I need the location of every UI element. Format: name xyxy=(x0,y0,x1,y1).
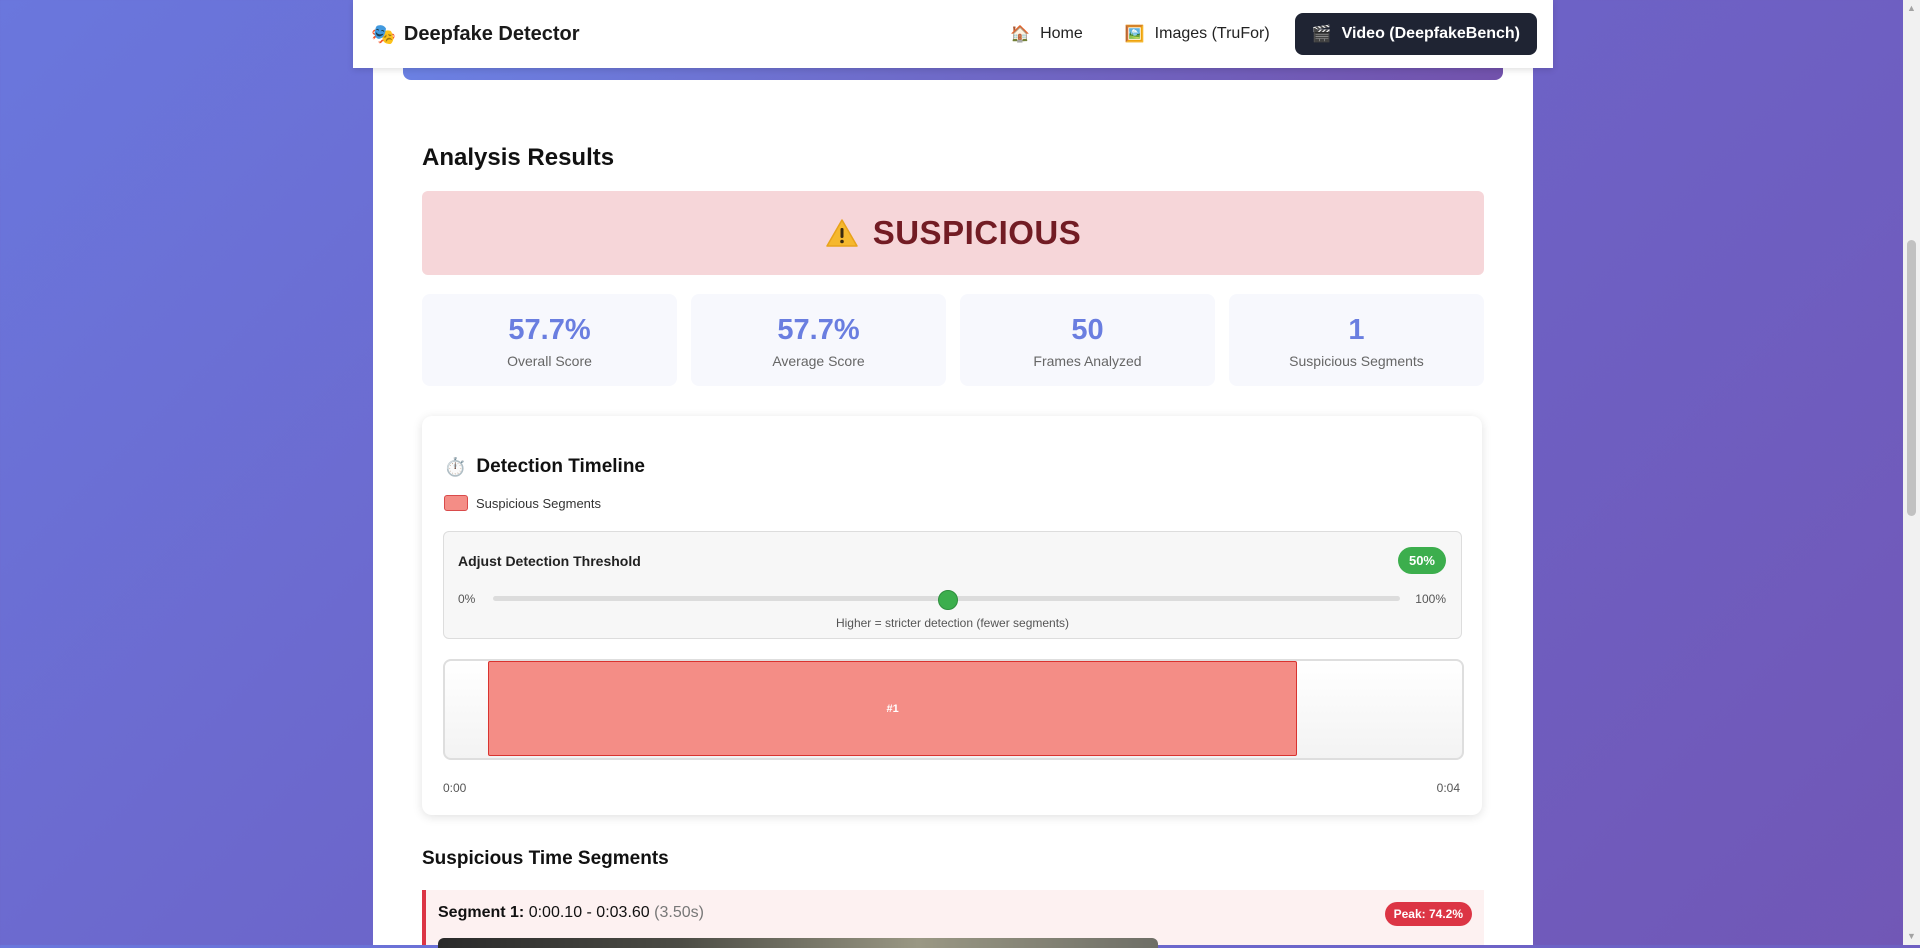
verdict-text: SUSPICIOUS xyxy=(872,214,1082,251)
timeline-title: Detection Timeline xyxy=(476,456,646,477)
stat-label: Suspicious Segments xyxy=(1289,353,1424,369)
timeline-track[interactable]: #1 xyxy=(443,659,1464,760)
stat-value: 57.7% xyxy=(777,314,860,346)
segment-range: 0:00.10 - 0:03.60 xyxy=(528,904,650,921)
segment-name: Segment 1: xyxy=(438,904,525,921)
segment-header: Segment 1: 0:00.10 - 0:03.60 (3.50s) xyxy=(438,904,704,922)
nav-home-label: Home xyxy=(1040,25,1083,42)
nav-images-label: Images (TruFor) xyxy=(1154,25,1270,42)
segment-frame-thumbnails[interactable] xyxy=(438,938,1158,948)
stat-label: Overall Score xyxy=(507,353,592,369)
scrollbar-thumb[interactable] xyxy=(1907,240,1916,516)
detection-timeline-card: ⏱️ Detection Timeline Suspicious Segment… xyxy=(422,416,1482,815)
stat-value: 1 xyxy=(1348,314,1365,346)
stat-card-overall-score: 57.7% Overall Score xyxy=(422,294,677,386)
nav-home-link[interactable]: 🏠 Home xyxy=(993,13,1100,55)
brand-name: Deepfake Detector xyxy=(403,22,580,45)
legend-label: Suspicious Segments xyxy=(476,495,602,511)
threshold-value-badge: 50% xyxy=(1397,547,1446,574)
threshold-slider-thumb[interactable] xyxy=(937,590,958,610)
stat-card-frames-analyzed: 50 Frames Analyzed xyxy=(960,294,1215,386)
stat-value: 50 xyxy=(1071,314,1104,346)
top-navbar: 🎭 Deepfake Detector 🏠 Home 🖼️ Images (Tr… xyxy=(353,0,1553,68)
segment-peak-badge: Peak: 74.2% xyxy=(1384,902,1472,926)
threshold-slider[interactable] xyxy=(493,590,1400,610)
house-icon: 🏠 xyxy=(1010,26,1031,43)
stats-row: 57.7% Overall Score 57.7% Average Score … xyxy=(422,294,1484,386)
results-title: Analysis Results xyxy=(422,144,615,171)
verdict-banner: SUSPICIOUS xyxy=(422,191,1484,275)
scroll-down-arrow-icon[interactable]: ▼ xyxy=(1903,928,1920,945)
nav-images-link[interactable]: 🖼️ Images (TruFor) xyxy=(1108,13,1287,55)
timeline-end-time: 0:04 xyxy=(1436,781,1460,795)
masks-icon: 🎭 xyxy=(371,23,396,46)
threshold-hint: Higher = stricter detection (fewer segme… xyxy=(835,616,1070,630)
stat-value: 57.7% xyxy=(508,314,591,346)
threshold-max-label: 100% xyxy=(1415,592,1446,606)
segments-title: Suspicious Time Segments xyxy=(422,848,669,869)
clapperboard-icon: 🎬 xyxy=(1311,26,1332,43)
stopwatch-icon: ⏱️ xyxy=(444,456,467,477)
warning-icon xyxy=(825,219,858,247)
scroll-up-arrow-icon[interactable]: ▲ xyxy=(1903,0,1920,17)
timeline-heading: ⏱️ Detection Timeline xyxy=(444,456,645,478)
nav-links: 🏠 Home 🖼️ Images (TruFor) 🎬 Video (Deepf… xyxy=(993,13,1537,55)
timeline-legend: Suspicious Segments xyxy=(444,495,601,511)
stat-card-suspicious-segments: 1 Suspicious Segments xyxy=(1229,294,1484,386)
legend-swatch xyxy=(444,495,468,511)
stat-card-average-score: 57.7% Average Score xyxy=(691,294,946,386)
stat-label: Average Score xyxy=(772,353,865,369)
stat-label: Frames Analyzed xyxy=(1033,353,1142,369)
brand[interactable]: 🎭 Deepfake Detector xyxy=(371,22,580,47)
picture-icon: 🖼️ xyxy=(1124,26,1145,43)
page-scrollbar[interactable]: ▲ ▼ xyxy=(1903,0,1920,945)
segment-item[interactable]: Segment 1: 0:00.10 - 0:03.60 (3.50s) Pea… xyxy=(422,890,1484,948)
nav-video-link[interactable]: 🎬 Video (DeepfakeBench) xyxy=(1294,13,1537,55)
threshold-label: Adjust Detection Threshold xyxy=(458,553,641,569)
timeline-start-time: 0:00 xyxy=(443,781,467,795)
segment-duration: (3.50s) xyxy=(654,904,704,921)
threshold-control: Adjust Detection Threshold 50% 0% 100% H… xyxy=(443,531,1462,639)
nav-video-label: Video (DeepfakeBench) xyxy=(1341,25,1520,42)
timeline-segment-1[interactable]: #1 xyxy=(488,661,1298,756)
threshold-min-label: 0% xyxy=(458,592,476,606)
